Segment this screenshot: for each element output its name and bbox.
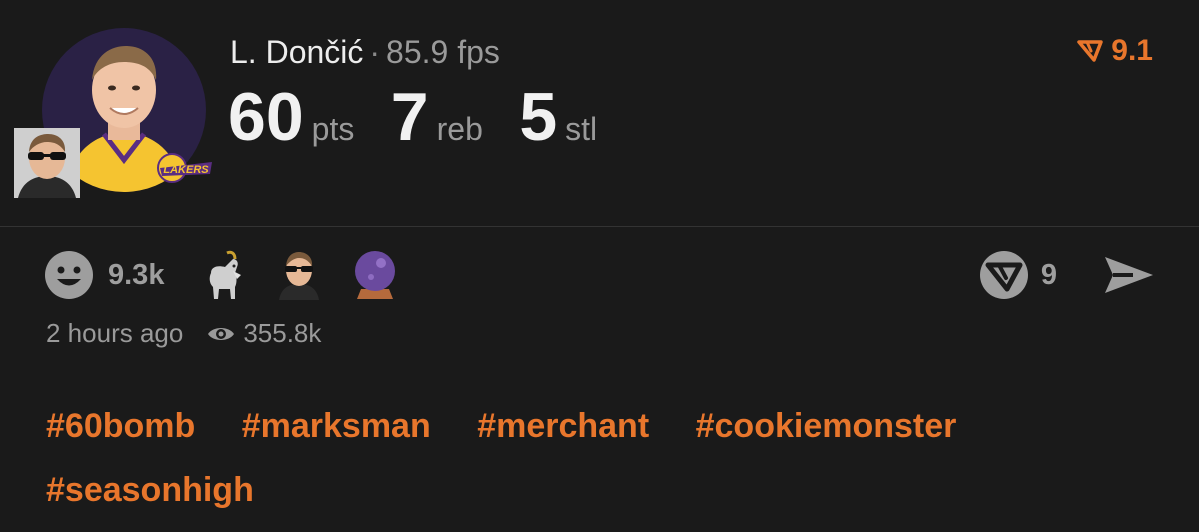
lakers-logo: LAKERS — [156, 150, 216, 184]
stat-points: 60 pts — [228, 82, 354, 152]
sunglasses-avatar-icon — [279, 252, 320, 300]
lakers-logo-text: LAKERS — [163, 164, 209, 176]
crystal-ball-icon — [355, 251, 396, 299]
stat-steals: 5 stl — [519, 82, 597, 152]
post-actions: 9 — [979, 250, 1155, 300]
reaction-bar: 9.3k — [44, 248, 424, 302]
hashtag-link[interactable]: #merchant — [477, 404, 649, 448]
comment-count[interactable]: 9 — [1041, 259, 1057, 292]
title-separator: · — [369, 34, 381, 70]
player-name[interactable]: L. Dončić — [230, 34, 363, 70]
stat-unit: stl — [565, 111, 598, 147]
hashtag-link[interactable]: #60bomb — [46, 404, 195, 448]
divider — [0, 226, 1199, 227]
crystal-ball-reaction[interactable] — [348, 248, 402, 302]
eye-icon — [208, 327, 235, 340]
send-icon[interactable] — [1103, 253, 1155, 297]
hashtag-link[interactable]: #marksman — [242, 404, 431, 448]
hashtag-link[interactable]: #seasonhigh — [46, 468, 254, 512]
goat-reaction[interactable] — [196, 248, 250, 302]
view-count: 355.8k — [207, 318, 321, 349]
post-header: LAKERS L. Dončić · 85.9 fps 60 pts 7 reb 5st… — [0, 0, 1199, 226]
reaction-count[interactable]: 9.3k — [108, 259, 164, 292]
stat-unit: pts — [311, 111, 355, 147]
post-meta: 2 hours ago 355.8k — [46, 318, 321, 349]
stat-value: 7 — [390, 79, 429, 155]
stat-rebounds: 7 reb — [391, 82, 483, 152]
stat-value: 5 — [519, 79, 558, 155]
hashtag-link[interactable]: #cookiemonster — [696, 404, 957, 448]
stat-value: 60 — [228, 79, 304, 155]
rating-badge[interactable]: 9.1 — [1077, 34, 1153, 68]
comment-logo-icon[interactable] — [979, 250, 1029, 300]
fantasy-points: 85.9 fps — [386, 34, 500, 70]
stat-line: 60 pts 7 reb 5 stl — [228, 82, 629, 152]
user-avatar[interactable] — [14, 128, 80, 198]
sunglasses-avatar-reaction[interactable] — [272, 248, 326, 302]
smiley-face-icon[interactable] — [44, 250, 94, 300]
hashtags: #60bomb #marksman #merchant #cookiemonst… — [46, 404, 1146, 532]
post-title: L. Dončić · 85.9 fps — [230, 34, 500, 70]
stat-unit: reb — [436, 111, 483, 147]
views-value: 355.8k — [243, 318, 322, 348]
rating-logo-icon — [1077, 40, 1104, 62]
rating-value: 9.1 — [1111, 34, 1153, 67]
goat-icon — [210, 250, 242, 299]
timestamp: 2 hours ago — [46, 318, 184, 348]
